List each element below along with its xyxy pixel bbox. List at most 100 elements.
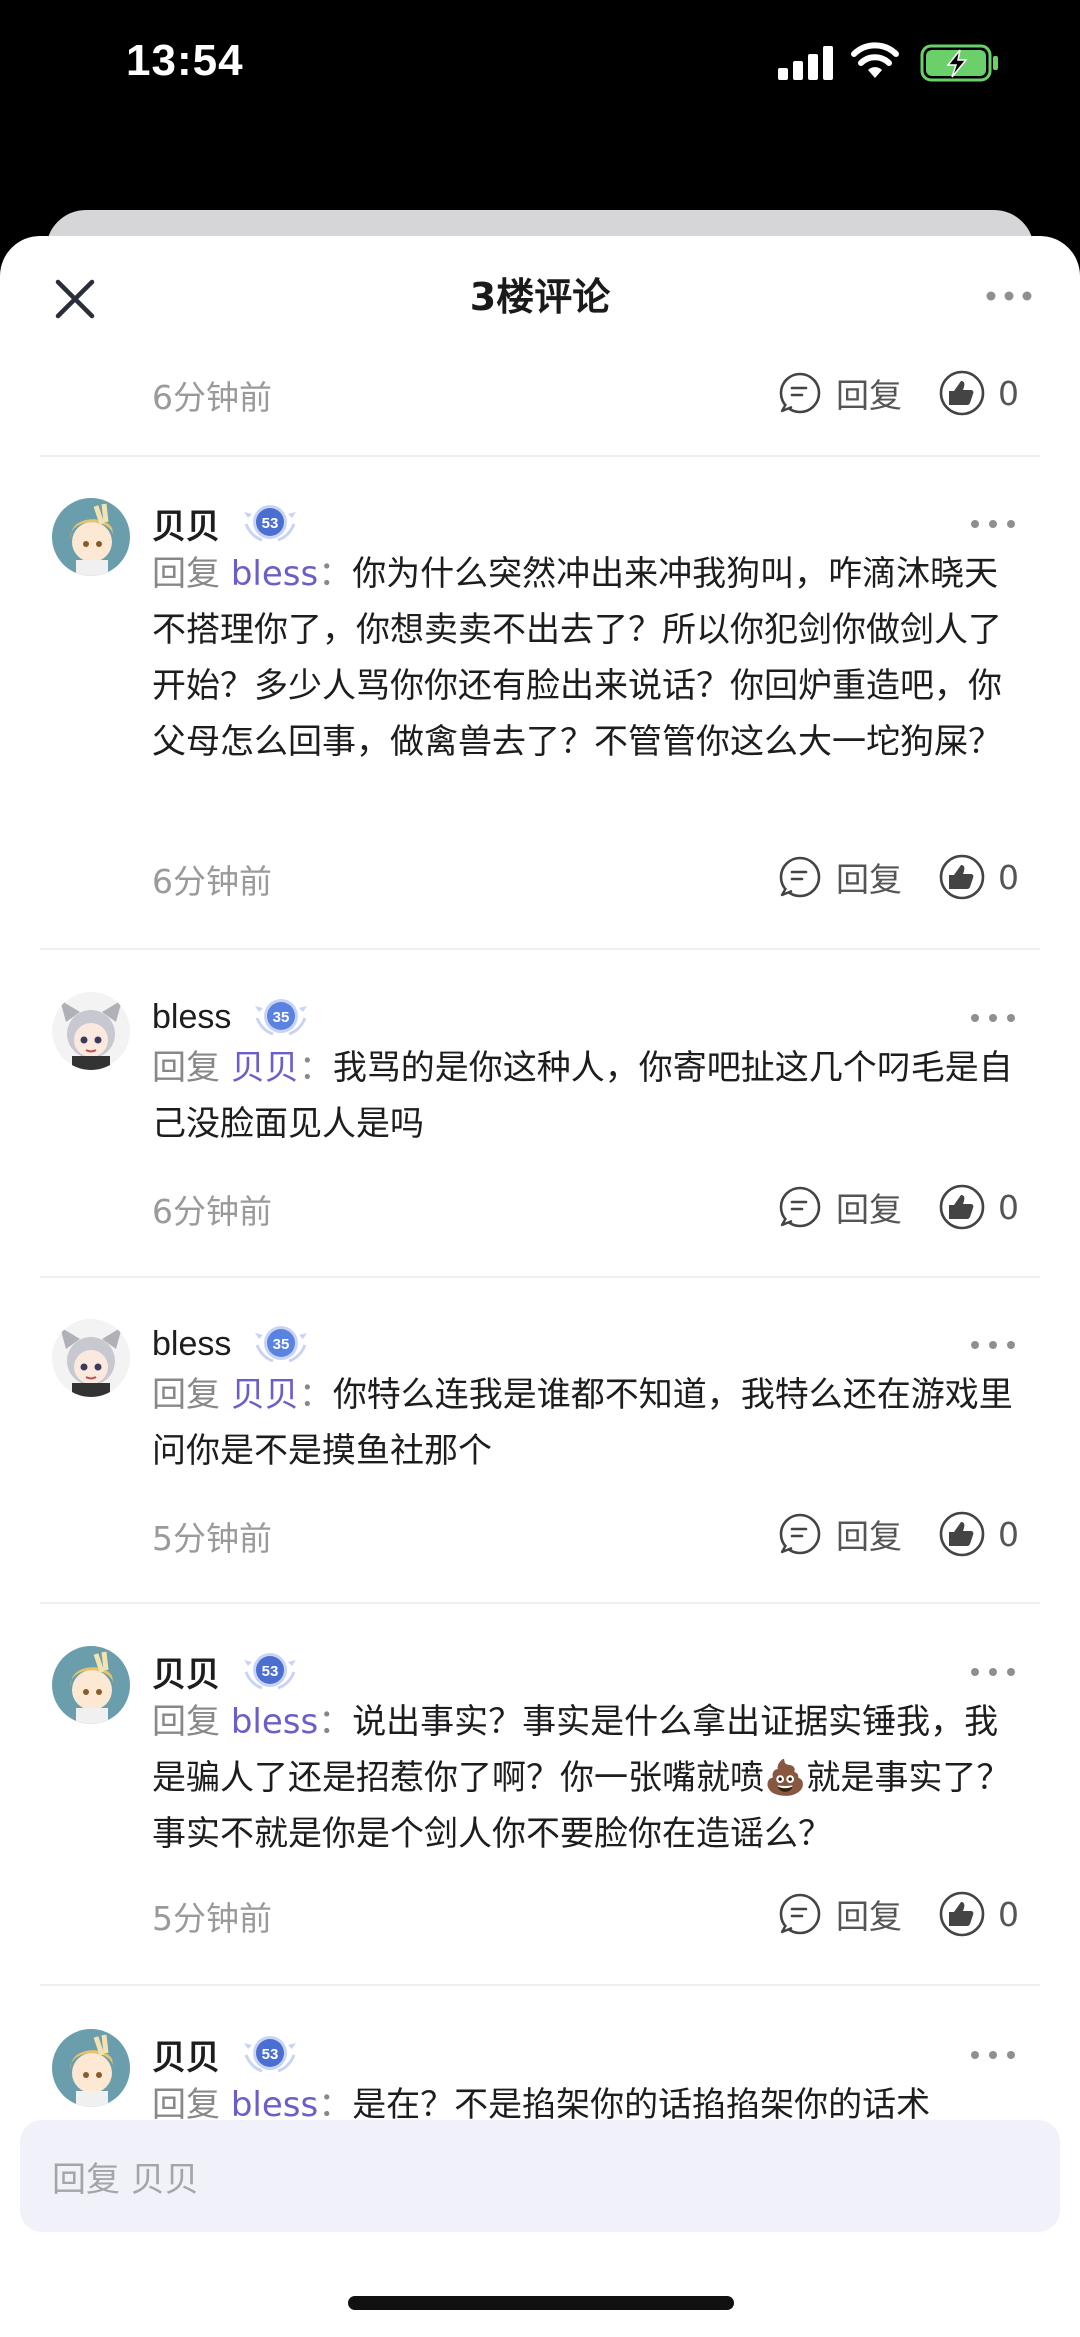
- reply-target-link[interactable]: bless: [231, 554, 318, 594]
- avatar-bei-icon: [52, 1646, 130, 1724]
- author-name[interactable]: 贝贝: [152, 499, 220, 548]
- comment-time: 6分钟前: [152, 862, 272, 901]
- home-indicator[interactable]: [348, 2296, 734, 2310]
- avatar-bei-icon: [52, 498, 130, 576]
- avatar[interactable]: [52, 1646, 130, 1724]
- avatar[interactable]: [52, 992, 130, 1070]
- reply-colon: ：: [298, 1048, 333, 1088]
- author-name[interactable]: bless: [152, 1325, 231, 1364]
- comment-text: 回复 贝贝：你特么连我是谁都不知道，我特么还在游戏里问你是不是摸鱼社那个: [152, 1367, 1032, 1479]
- divider: [40, 948, 1040, 950]
- like-button[interactable]: 0: [938, 1886, 1019, 1942]
- like-count: 0: [998, 857, 1019, 897]
- level-badge-icon: 53: [244, 1653, 296, 1690]
- level-badge-text: 35: [273, 1009, 290, 1026]
- status-time: 13:54: [126, 36, 244, 85]
- reply-prefix: 回复: [152, 1702, 231, 1742]
- thumbs-up-icon: [939, 370, 985, 416]
- reply-target-link[interactable]: bless: [231, 1702, 318, 1742]
- avatar-bless-icon: [52, 1319, 130, 1397]
- comment-text: 回复 贝贝：我骂的是你这种人，你寄吧扯这几个叼毛是自己没脸面见人是吗: [152, 1040, 1032, 1152]
- comment-meta-row: 6分钟前 回复 0: [0, 1177, 1080, 1237]
- comment-meta-row: 5分钟前 回复 0: [0, 1884, 1080, 1944]
- divider: [40, 1602, 1040, 1604]
- thumbs-up-icon: [939, 1511, 985, 1557]
- reply-button[interactable]: 回复: [778, 849, 902, 905]
- like-count: 0: [998, 1187, 1019, 1227]
- reply-label: 回复: [836, 1897, 902, 1936]
- like-button[interactable]: 0: [938, 1179, 1019, 1235]
- reply-prefix: 回复: [152, 1048, 231, 1088]
- more-options-icon[interactable]: [968, 1337, 1018, 1353]
- author-name[interactable]: 贝贝: [152, 1647, 220, 1696]
- comment-time: 5分钟前: [152, 1899, 272, 1938]
- comment-text: 回复 bless：说出事实？事实是什么拿出证据实锤我，我是骗人了还是招惹你了啊？…: [152, 1694, 1032, 1862]
- thumbs-up-icon: [939, 1891, 985, 1937]
- more-options-icon[interactable]: [968, 516, 1018, 532]
- more-options-icon[interactable]: [968, 2047, 1018, 2063]
- reply-target-link[interactable]: bless: [231, 2085, 318, 2125]
- cellular-signal-icon: [778, 46, 833, 80]
- comment-bubble-icon: [779, 1893, 821, 1935]
- comment-item: bless 35 回复 贝贝：我骂的是你这种人，你寄吧扯这几个叼毛是自己没脸面见…: [0, 992, 1080, 1232]
- divider: [40, 455, 1040, 457]
- reply-label: 回复: [836, 1517, 902, 1556]
- comment-bubble-icon: [779, 856, 821, 898]
- reply-colon: ：: [298, 1375, 333, 1415]
- author-name[interactable]: bless: [152, 998, 231, 1037]
- comment-time: 6分钟前: [152, 378, 272, 417]
- author-name[interactable]: 贝贝: [152, 2030, 220, 2079]
- comment-meta-row: 6分钟前 回复 0: [0, 847, 1080, 907]
- reply-input[interactable]: 回复 贝贝: [20, 2120, 1060, 2232]
- comment-text: 回复 bless：你为什么突然冲出来冲我狗叫，咋滴沐晓天不搭理你了，你想卖卖不出…: [152, 546, 1032, 770]
- comments-sheet: 3楼评论 6分钟前 回复 0 贝贝 53 回复 bless：你为什么突然冲出来冲…: [0, 236, 1080, 2337]
- comment-meta-row: 6分钟前 回复 0: [0, 363, 1080, 423]
- reply-prefix: 回复: [152, 554, 231, 594]
- reply-input-placeholder: 回复 贝贝: [52, 2160, 199, 2200]
- comment-item: 贝贝 53 回复 bless：你为什么突然冲出来冲我狗叫，咋滴沐晓天不搭理你了，…: [0, 498, 1080, 901]
- author-row: 贝贝 53: [152, 498, 298, 548]
- level-badge-icon: 35: [255, 1326, 308, 1363]
- reply-colon: ：: [318, 1702, 353, 1742]
- reply-button[interactable]: 回复: [778, 1886, 902, 1942]
- like-count: 0: [998, 373, 1019, 413]
- reply-target-link[interactable]: 贝贝: [231, 1048, 299, 1088]
- author-row: 贝贝 53: [152, 1646, 298, 1696]
- comment-bubble-icon: [779, 1513, 821, 1555]
- like-count: 0: [998, 1514, 1019, 1554]
- reply-prefix: 回复: [152, 1375, 231, 1415]
- avatar[interactable]: [52, 1319, 130, 1397]
- battery-charging-icon: [920, 44, 998, 82]
- author-row: bless 35: [152, 1319, 309, 1369]
- like-button[interactable]: 0: [938, 1506, 1019, 1562]
- more-options-icon[interactable]: [968, 1664, 1018, 1680]
- thumbs-up-icon: [939, 1184, 985, 1230]
- reply-button[interactable]: 回复: [778, 365, 902, 421]
- comment-body: 是在？不是掐架你的话掐掐架你的话术: [352, 2085, 931, 2125]
- more-options-icon[interactable]: [984, 286, 1034, 306]
- level-badge-text: 53: [262, 1663, 279, 1680]
- level-badge-text: 53: [262, 2046, 279, 2063]
- comment-meta-row: 5分钟前 回复 0: [0, 1504, 1080, 1564]
- thumbs-up-icon: [939, 854, 985, 900]
- level-badge-text: 35: [273, 1336, 290, 1353]
- reply-prefix: 回复: [152, 2085, 231, 2125]
- level-badge-icon: 35: [255, 999, 308, 1036]
- more-options-icon[interactable]: [968, 1010, 1018, 1026]
- avatar[interactable]: [52, 498, 130, 576]
- level-badge-icon: 53: [244, 2036, 296, 2073]
- reply-button[interactable]: 回复: [778, 1179, 902, 1235]
- comment-bubble-icon: [779, 372, 821, 414]
- avatar[interactable]: [52, 2029, 130, 2107]
- comment-item: bless 35 回复 贝贝：你特么连我是谁都不知道，我特么还在游戏里问你是不是…: [0, 1319, 1080, 1559]
- reply-button[interactable]: 回复: [778, 1506, 902, 1562]
- comment-bubble-icon: [779, 1186, 821, 1228]
- divider: [40, 1276, 1040, 1278]
- like-button[interactable]: 0: [938, 365, 1019, 421]
- comment-time: 6分钟前: [152, 1192, 272, 1231]
- status-bar: 13:54: [0, 0, 1080, 130]
- reply-target-link[interactable]: 贝贝: [231, 1375, 299, 1415]
- author-row: bless 35: [152, 992, 309, 1042]
- like-button[interactable]: 0: [938, 849, 1019, 905]
- avatar-bei-icon: [52, 2029, 130, 2107]
